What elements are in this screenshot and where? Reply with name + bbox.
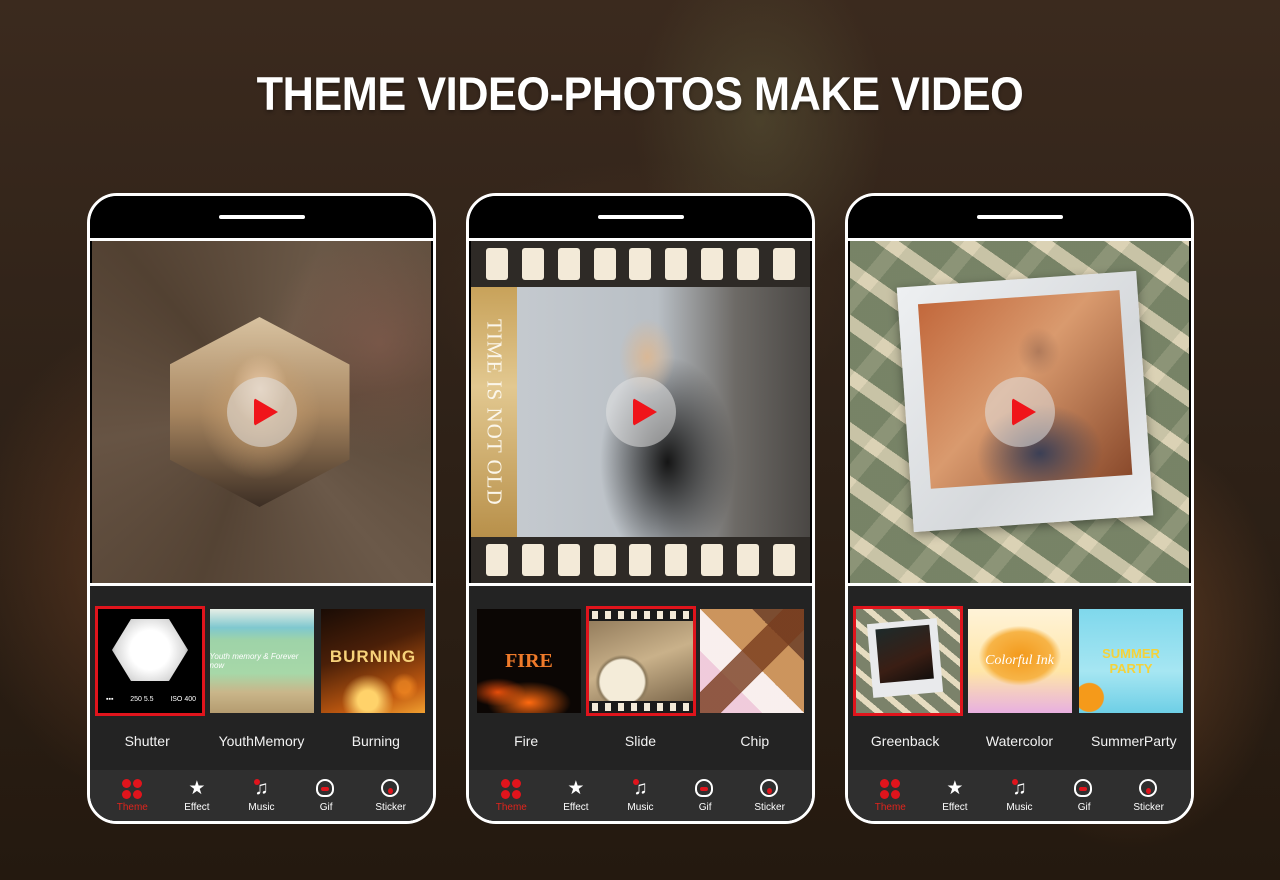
tab-gif[interactable]: Gif (675, 778, 735, 813)
theme-label[interactable]: Burning (319, 733, 433, 749)
tab-effect[interactable]: ★ Effect (167, 777, 227, 813)
film-sprockets (471, 241, 810, 287)
theme-panel: ▪▪▪ 250 5.5 ISO 400 Youth memory & Forev… (90, 586, 433, 821)
theme-thumb-burning[interactable]: BURNING (321, 609, 425, 713)
tab-music[interactable]: ♫ Music (989, 778, 1049, 813)
tab-sticker[interactable]: Sticker (1119, 778, 1179, 813)
theme-thumb-greenback[interactable] (853, 606, 963, 716)
phone-top-bar (848, 196, 1191, 238)
theme-thumbnails: ▪▪▪ 250 5.5 ISO 400 Youth memory & Forev… (95, 606, 425, 716)
theme-thumb-fire[interactable]: FIRE (477, 609, 581, 713)
film-sprockets (471, 537, 810, 583)
play-button[interactable] (605, 377, 676, 447)
bottom-tab-bar: Theme ★ Effect ♫ Music Gif Sticker (848, 770, 1191, 821)
star-wand-icon: ★ (188, 777, 206, 799)
emoji-face-icon (759, 778, 778, 797)
theme-label[interactable]: Greenback (848, 733, 962, 749)
phone-speaker (597, 215, 684, 219)
music-note-icon: ♫ (251, 778, 271, 799)
clover-icon (501, 778, 522, 799)
tab-effect[interactable]: ★ Effect (925, 777, 985, 813)
clover-icon (122, 778, 143, 799)
tab-gif[interactable]: Gif (296, 778, 356, 813)
theme-thumb-shutter[interactable]: ▪▪▪ 250 5.5 ISO 400 (95, 606, 205, 716)
phone-top-bar (469, 196, 812, 238)
phone-top-bar (90, 196, 433, 238)
shutter-aperture-icon (112, 619, 188, 681)
theme-thumbnails: FIRE (477, 606, 804, 716)
tab-sticker[interactable]: Sticker (740, 778, 800, 813)
star-wand-icon: ★ (567, 777, 585, 799)
tab-theme[interactable]: Theme (860, 778, 920, 813)
theme-panel: Colorful Ink SUMMER PARTY Greenback Wate… (848, 586, 1191, 821)
video-preview[interactable] (92, 241, 431, 583)
octopus-icon (316, 778, 335, 797)
play-button[interactable] (984, 377, 1055, 447)
theme-label[interactable]: Slide (583, 733, 697, 749)
theme-thumb-chip[interactable] (700, 609, 804, 713)
theme-panel: FIRE Fire Slide Chip Theme ★ Effect ♫ Musi… (469, 586, 812, 821)
music-note-icon: ♫ (630, 778, 650, 799)
page-headline: THEME VIDEO-PHOTOS MAKE VIDEO (256, 67, 1024, 120)
emoji-face-icon (380, 778, 399, 797)
octopus-icon (1074, 778, 1093, 797)
phone-mockup-shutter: ▪▪▪ 250 5.5 ISO 400 Youth memory & Forev… (87, 193, 436, 824)
emoji-face-icon (1138, 778, 1157, 797)
star-wand-icon: ★ (946, 777, 964, 799)
theme-thumb-summerparty[interactable]: SUMMER PARTY (1079, 609, 1183, 713)
tab-theme[interactable]: Theme (481, 778, 541, 813)
tab-music[interactable]: ♫ Music (610, 778, 670, 813)
music-note-icon: ♫ (1009, 778, 1029, 799)
video-preview[interactable] (850, 241, 1189, 583)
phone-speaker (976, 215, 1063, 219)
theme-thumb-watercolor[interactable]: Colorful Ink (967, 609, 1072, 713)
bottom-tab-bar: Theme ★ Effect ♫ Music Gif Sticker (90, 770, 433, 821)
octopus-icon (695, 778, 714, 797)
theme-label[interactable]: Watercolor (962, 733, 1076, 749)
theme-label[interactable]: Fire (469, 733, 583, 749)
theme-label[interactable]: YouthMemory (204, 733, 318, 749)
tab-gif[interactable]: Gif (1054, 778, 1114, 813)
theme-thumb-youthmemory[interactable]: Youth memory & Forever now (209, 609, 314, 713)
tab-sticker[interactable]: Sticker (361, 778, 421, 813)
theme-label[interactable]: SummerParty (1077, 733, 1191, 749)
tab-theme[interactable]: Theme (102, 778, 162, 813)
tab-music[interactable]: ♫ Music (231, 778, 291, 813)
film-caption: TIME IS NOT OLD (471, 287, 517, 537)
theme-thumbnails: Colorful Ink SUMMER PARTY (853, 606, 1183, 716)
theme-label[interactable]: Chip (698, 733, 812, 749)
phone-mockup-slide: TIME IS NOT OLD FIRE Fire Slide Chip The… (466, 193, 815, 824)
play-button[interactable] (226, 377, 297, 447)
clover-icon (880, 778, 901, 799)
video-preview[interactable]: TIME IS NOT OLD (471, 241, 810, 583)
bottom-tab-bar: Theme ★ Effect ♫ Music Gif Sticker (469, 770, 812, 821)
theme-thumb-slide[interactable] (585, 606, 696, 716)
phone-mockup-greenback: Colorful Ink SUMMER PARTY Greenback Wate… (845, 193, 1194, 824)
phone-speaker (218, 215, 305, 219)
theme-label[interactable]: Shutter (90, 733, 204, 749)
tab-effect[interactable]: ★ Effect (546, 777, 606, 813)
